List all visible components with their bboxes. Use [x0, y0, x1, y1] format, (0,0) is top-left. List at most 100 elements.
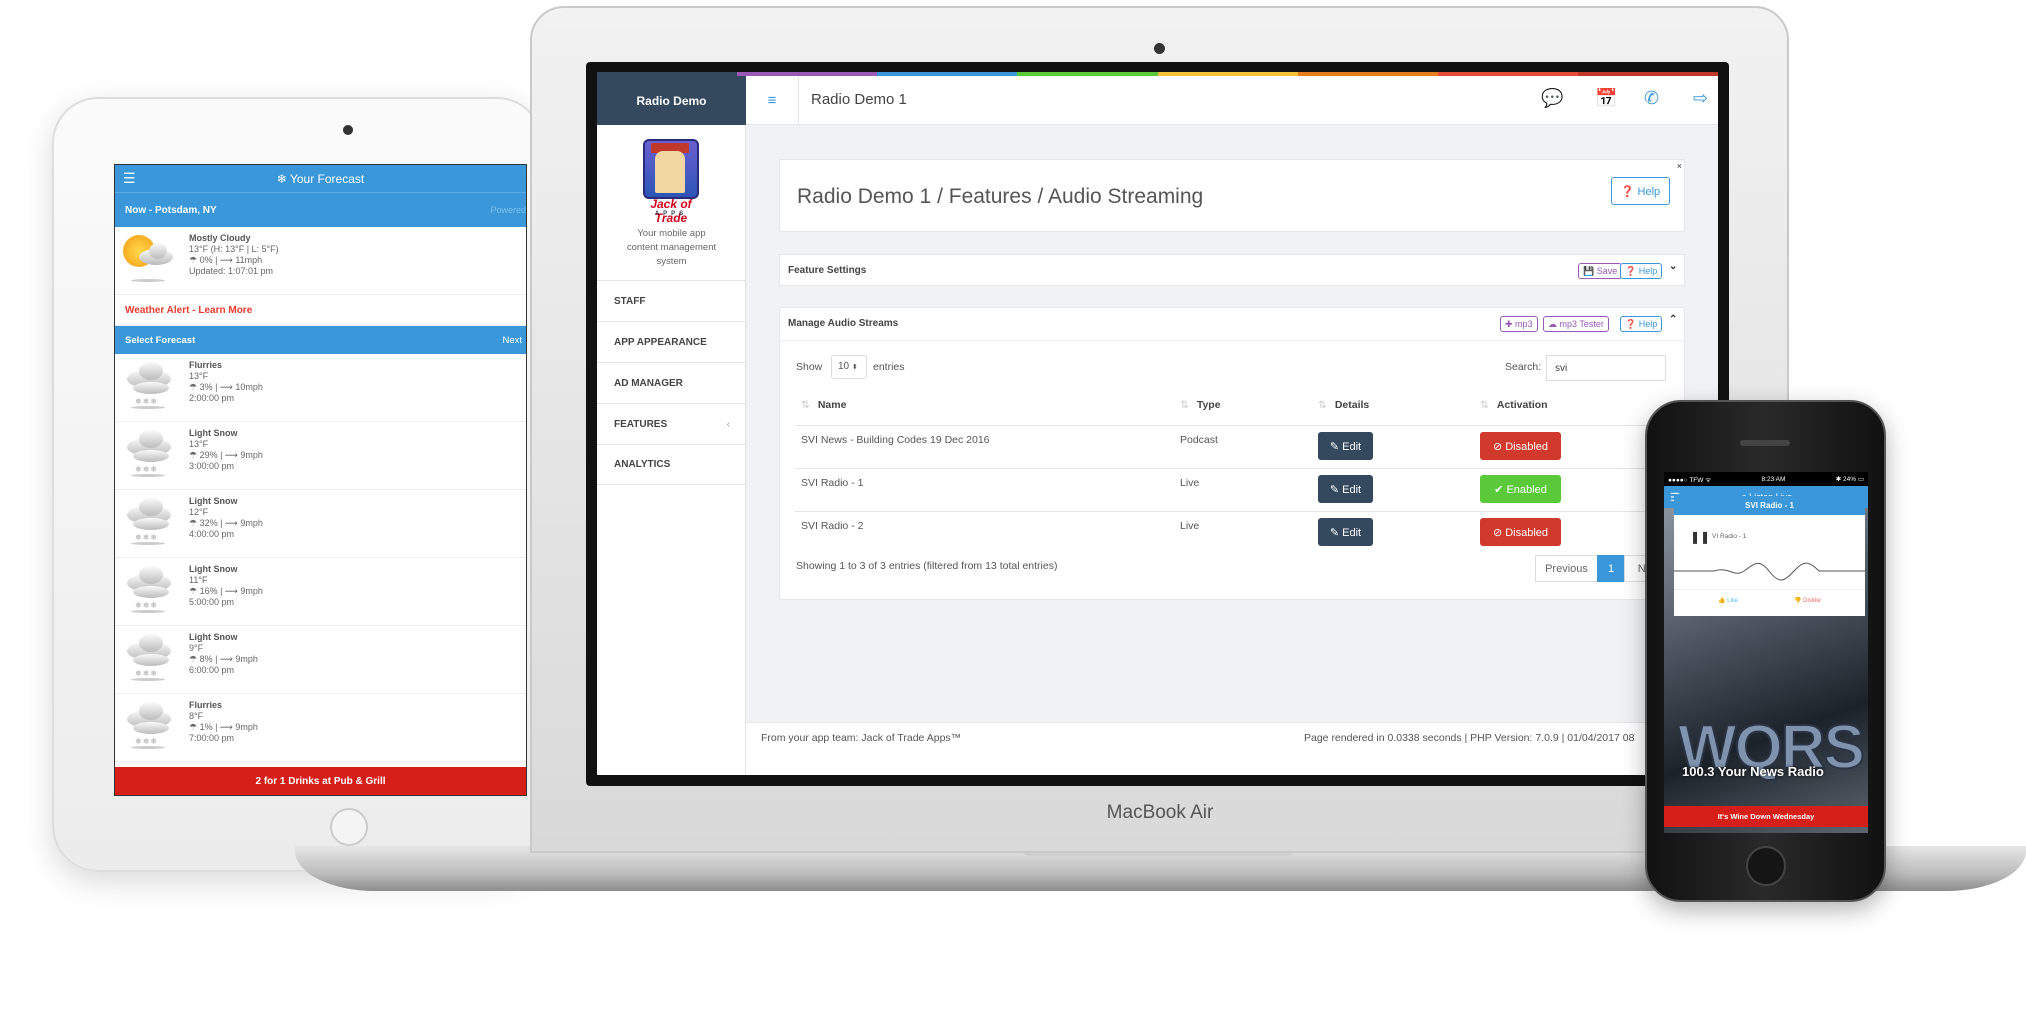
column-header-details[interactable]: ⇅ Details	[1318, 399, 1369, 411]
column-label: Name	[817, 399, 847, 411]
help-button[interactable]: ❓ Help	[1620, 316, 1663, 332]
pause-icon[interactable]: ❚❚	[1690, 530, 1710, 544]
column-label: Activation	[1496, 399, 1548, 411]
forecast-condition: Light Snow	[189, 428, 238, 438]
calendar-icon[interactable]: 📅	[1595, 88, 1617, 109]
column-header-name[interactable]: ⇅ Name	[801, 399, 846, 411]
page-size-select[interactable]: 10 ⬍	[831, 355, 867, 379]
forecast-temp: 12°F	[189, 507, 209, 517]
forecast-temp: 13°F	[189, 439, 209, 449]
forecast-header: ☰ ❄ Your Forecast	[115, 165, 526, 192]
sidebar-item-app-appearance[interactable]: APP APPEARANCE	[597, 321, 746, 362]
table-info: Showing 1 to 3 of 3 entries (filtered fr…	[796, 560, 1058, 572]
disabled-toggle-button[interactable]: ⊘ Disabled	[1480, 432, 1561, 460]
app-logo: Jack of Trade APPS	[641, 139, 701, 225]
edit-button[interactable]: ✎ Edit	[1318, 432, 1373, 460]
disabled-toggle-button[interactable]: ⊘ Disabled	[1480, 518, 1561, 546]
search-input[interactable]	[1546, 355, 1666, 381]
forecast-precip-wind: ☂ 16% | ⟿ 9mph	[189, 586, 263, 596]
logo-sub: APPS	[654, 211, 688, 217]
hamburger-icon[interactable]: ☰	[123, 170, 136, 187]
forecast-row[interactable]: ❄❄❄ Light Snow 13°F ☂ 29% | ⟿ 9mph 3:00:00 p…	[115, 422, 526, 490]
location-label: Now - Potsdam, NY	[125, 204, 217, 216]
forecast-row[interactable]: ❄❄❄ Light Snow 12°F ☂ 32% | ⟿ 9mph 4:00:00 p…	[115, 490, 526, 558]
page-1-button[interactable]: 1	[1597, 555, 1625, 582]
current-condition: Mostly Cloudy	[189, 233, 251, 243]
help-button[interactable]: ❓ Help	[1620, 263, 1663, 279]
weather-alert-link[interactable]: Weather Alert - Learn More	[115, 295, 526, 326]
edit-button[interactable]: ✎ Edit	[1318, 475, 1373, 503]
select-forecast-bar: Select Forecast Next	[115, 326, 526, 354]
forecast-condition: Light Snow	[189, 564, 238, 574]
snow-cloud-icon: ❄❄❄	[123, 496, 175, 546]
phone-home-button[interactable]	[1746, 846, 1786, 886]
snow-cloud-icon: ❄❄❄	[123, 632, 175, 682]
sidebar-item-ad-manager[interactable]: AD MANAGER	[597, 362, 746, 403]
column-label: Details	[1334, 399, 1370, 411]
forecast-row[interactable]: ❄❄❄ Light Snow 9°F ☂ 8% | ⟿ 9mph 6:00:00 pm	[115, 626, 526, 694]
current-updated: Updated: 1:07:01 pm	[189, 266, 274, 276]
phone-icon[interactable]: ✆	[1644, 88, 1659, 109]
partly-cloudy-icon	[123, 233, 175, 283]
phone-speaker	[1740, 440, 1790, 446]
edit-button[interactable]: ✎ Edit	[1318, 518, 1373, 546]
menu-toggle-icon[interactable]: ≡	[746, 76, 799, 125]
laptop-camera	[1154, 43, 1165, 54]
laptop-brand-label: MacBook Air	[1106, 802, 1214, 823]
sidebar-item-analytics[interactable]: ANALYTICS	[597, 444, 746, 485]
forecast-condition: Flurries	[189, 360, 223, 370]
help-button[interactable]: ❓ Help	[1611, 177, 1670, 205]
snow-cloud-icon: ❄❄❄	[123, 700, 175, 750]
sidebar-item-label: ANALYTICS	[614, 459, 671, 470]
chat-icon[interactable]: 💬	[1541, 88, 1563, 109]
current-precip-wind: ☂ 0% | ⟿ 11mph	[189, 255, 263, 265]
save-button[interactable]: 💾 Save	[1578, 263, 1623, 279]
add-mp3-button[interactable]: ✚ mp3	[1500, 316, 1538, 332]
tagline: Your mobile app content management syste…	[626, 228, 717, 267]
forecast-time: 7:00:00 pm	[189, 733, 235, 743]
search-label: Search:	[1505, 361, 1542, 373]
tablet-camera	[343, 125, 353, 135]
top-bar: ≡ Radio Demo 1 💬 📅 ✆ ⇨	[746, 76, 1718, 125]
ad-banner[interactable]: It's Wine Down Wednesday	[1664, 806, 1868, 827]
carrier: ●●●●○ TFW ᯤ	[1668, 476, 1712, 484]
current-weather: Mostly Cloudy 13°F (H: 13°F | L: 5°F) ☂ …	[115, 227, 526, 295]
row-divider	[795, 468, 1675, 469]
close-icon[interactable]: ×	[1677, 161, 1682, 171]
clock: 8:23 AM	[1761, 475, 1786, 483]
footer: From your app team: Jack of Trade Apps™ …	[746, 722, 1718, 775]
sidebar-item-label: FEATURES	[614, 418, 668, 430]
like-button[interactable]: 👍 Like	[1718, 597, 1738, 604]
ad-banner[interactable]: 2 for 1 Drinks at Pub & Grill	[115, 767, 526, 795]
column-header-type[interactable]: ⇅ Type	[1180, 399, 1221, 411]
row-divider	[795, 425, 1675, 426]
stream-name: SVI News - Building Codes 19 Dec 2016	[801, 434, 990, 446]
sidebar-item-label: STAFF	[614, 295, 646, 307]
app-title: Radio Demo 1	[811, 91, 907, 108]
enabled-toggle-button[interactable]: ✔ Enabled	[1480, 475, 1561, 503]
forecast-row[interactable]: ❄❄❄ Light Snow 11°F ☂ 16% | ⟿ 9mph 5:00:00 p…	[115, 558, 526, 626]
forecast-list: ❄❄❄ Flurries 13°F ☂ 3% | ⟿ 10mph 2:00:00 pm ❄…	[115, 354, 526, 762]
player-card: SVI Radio - 1 ❚❚ VI Radio - 1 👍 Like 👎 D…	[1674, 496, 1865, 616]
logout-icon[interactable]: ⇨	[1693, 88, 1708, 109]
sidebar-item-staff[interactable]: STAFF	[597, 280, 746, 321]
streams-title: Manage Audio Streams	[788, 318, 899, 329]
chevron-up-icon[interactable]: ⌃	[1669, 314, 1677, 325]
tablet-home-button[interactable]	[330, 808, 368, 846]
forecast-condition: Light Snow	[189, 496, 238, 506]
sidebar-title[interactable]: Radio Demo	[597, 76, 746, 125]
next-button[interactable]: Next	[502, 335, 522, 346]
mp3-tester-button[interactable]: ☁ mp3 Tester	[1543, 316, 1609, 332]
phone-screen: ●●●●○ TFW ᯤ 8:23 AM ✱ 24% ▭ ☰ ♫ Listen L…	[1664, 472, 1868, 833]
feature-settings-panel: Feature Settings 💾 Save ❓ Help ⌄	[779, 254, 1685, 286]
column-header-activation[interactable]: ⇅ Activation	[1480, 399, 1548, 411]
sidebar-item-features[interactable]: FEATURES ‹	[597, 403, 746, 444]
previous-page-button[interactable]: Previous	[1535, 555, 1598, 582]
forecast-time: 4:00:00 pm	[189, 529, 235, 539]
forecast-row[interactable]: ❄❄❄ Flurries 13°F ☂ 3% | ⟿ 10mph 2:00:00 pm	[115, 354, 526, 422]
stream-type: Live	[1180, 520, 1200, 532]
forecast-row[interactable]: ❄❄❄ Flurries 8°F ☂ 1% | ⟿ 9mph 7:00:00 pm	[115, 694, 526, 762]
footer-credit: From your app team: Jack of Trade Apps™	[761, 732, 962, 744]
chevron-down-icon[interactable]: ⌄	[1669, 261, 1677, 272]
dislike-button[interactable]: 👎 Dislike	[1794, 597, 1821, 604]
